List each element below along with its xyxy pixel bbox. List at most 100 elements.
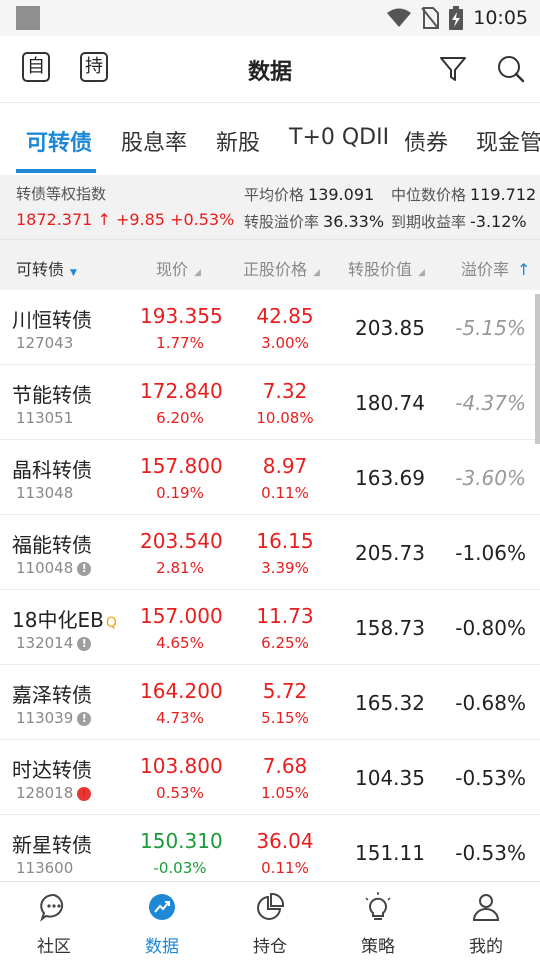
bond-price-change: 1.77%: [156, 334, 204, 352]
avg-price-stat: 平均价格 139.091: [244, 184, 374, 205]
nav-strategy[interactable]: 策略: [324, 882, 432, 960]
table-row[interactable]: 嘉泽转债 113039! 164.200 4.73% 5.72 5.15% 165.32 -0…: [0, 665, 540, 740]
nav-label: 持仓: [253, 937, 287, 957]
tab-t0-qdii[interactable]: T+0 QDII: [289, 125, 389, 150]
nav-holdings[interactable]: 持仓: [216, 882, 324, 960]
table-row[interactable]: 节能转债 113051 172.840 6.20% 7.32 10.08% 180.74 -4…: [0, 365, 540, 440]
column-header-name[interactable]: 可转债 ▼: [16, 256, 77, 280]
notification-app-icon: [16, 6, 40, 30]
index-summary[interactable]: 转债等权指数 1872.371 ↑ +9.85 +0.53% 平均价格 139.0…: [0, 175, 540, 239]
bond-name: 时达转债: [12, 758, 92, 782]
table-row[interactable]: 新星转债 113600 150.310 -0.03% 36.04 0.11% 151.11 -…: [0, 815, 540, 890]
index-value: 1872.371: [16, 210, 93, 229]
tab-cash-management[interactable]: 现金管: [476, 125, 540, 157]
conversion-value: 151.11: [355, 841, 425, 865]
index-change: +9.85: [115, 210, 165, 229]
median-price-stat: 中位数价格 119.712: [391, 184, 536, 205]
battery-charging-icon: [449, 6, 464, 30]
table-header: 可转债 ▼ 现价 ◢ 正股价格 ◢ 转股价值 ◢ 溢价率 ↑: [0, 239, 540, 290]
nav-data[interactable]: 数据: [108, 882, 216, 960]
bond-price: 164.200: [140, 679, 223, 703]
bond-price: 203.540: [140, 529, 223, 553]
premium-rate: -0.68%: [455, 691, 526, 715]
table-row[interactable]: 18中化EB Q 132014! 157.000 4.65% 11.73 6.25% 158.…: [0, 590, 540, 665]
bond-code: 127043: [16, 334, 74, 352]
tab-convertible-bond[interactable]: 可转债: [26, 125, 92, 157]
bond-price-change: 0.53%: [156, 784, 204, 802]
status-bar: 10:05: [0, 0, 540, 36]
ytm-label: 到期收益率: [391, 213, 467, 231]
bond-name: 节能转债: [12, 383, 92, 407]
status-time: 10:05: [473, 7, 528, 29]
conversion-value: 203.85: [355, 316, 425, 340]
bond-list: 川恒转债 127043 193.355 1.77% 42.85 3.00% 203.85 -5…: [0, 290, 540, 890]
stock-price: 16.15: [256, 529, 314, 553]
lightbulb-icon: [365, 892, 391, 920]
stock-price: 7.68: [262, 754, 308, 778]
stock-price: 42.85: [256, 304, 314, 328]
bond-price-change: 4.65%: [156, 634, 204, 652]
table-row[interactable]: 福能转债 110048! 203.540 2.81% 16.15 3.39% 205.73 -…: [0, 515, 540, 590]
index-name: 转债等权指数: [16, 185, 107, 203]
stock-price-change: 5.15%: [261, 709, 309, 727]
sort-ascending-icon: ↑: [517, 260, 531, 279]
warning-icon[interactable]: !: [77, 712, 92, 726]
sort-icon: ◢: [194, 268, 201, 278]
stock-price: 7.32: [262, 379, 308, 403]
column-header-premium[interactable]: 溢价率 ↑: [461, 256, 530, 280]
bond-price-change: 6.20%: [156, 409, 204, 427]
column-header-stock-price[interactable]: 正股价格 ◢: [243, 256, 320, 280]
search-icon[interactable]: [496, 54, 526, 84]
sort-icon: ◢: [313, 268, 320, 278]
warning-icon[interactable]: !: [77, 637, 92, 651]
conversion-premium-label: 转股溢价率: [244, 213, 320, 231]
bond-code: 128018!: [16, 784, 92, 802]
table-row[interactable]: 时达转债 128018! 103.800 0.53% 7.68 1.05% 104.35 -0…: [0, 740, 540, 815]
premium-rate: -4.37%: [455, 391, 526, 415]
ytm-value: -3.12%: [470, 212, 527, 231]
active-tab-indicator: [16, 169, 96, 173]
nav-profile[interactable]: 我的: [432, 882, 540, 960]
bond-code: 113048: [16, 484, 74, 502]
column-header-conversion-value[interactable]: 转股价值 ◢: [348, 256, 425, 280]
tab-dividend-yield[interactable]: 股息率: [121, 125, 187, 157]
scrollbar[interactable]: [535, 294, 540, 444]
bond-price: 193.355: [140, 304, 223, 328]
premium-rate: -0.80%: [455, 616, 526, 640]
dropdown-icon: ▼: [70, 268, 77, 278]
warning-icon[interactable]: !: [77, 562, 92, 576]
bond-name: 新星转债: [12, 833, 92, 857]
stock-price: 8.97: [262, 454, 308, 478]
table-row[interactable]: 川恒转债 127043 193.355 1.77% 42.85 3.00% 203.85 -5…: [0, 290, 540, 365]
sort-icon: ◢: [418, 268, 425, 278]
bond-code: 132014!: [16, 634, 92, 652]
pie-chart-icon: [257, 892, 285, 920]
premium-rate: -0.53%: [455, 841, 526, 865]
nav-label: 数据: [145, 937, 179, 957]
stock-price: 11.73: [256, 604, 314, 628]
stock-price-change: 3.00%: [261, 334, 309, 352]
bond-name: 18中化EB Q: [12, 608, 117, 632]
top-bar: 自 持 数据: [0, 36, 540, 102]
bond-price-change: 2.81%: [156, 559, 204, 577]
category-tabs: 可转债 股息率 新股 T+0 QDII 债券 现金管: [0, 102, 540, 175]
stock-price-change: 10.08%: [256, 409, 314, 427]
column-header-price[interactable]: 现价 ◢: [156, 256, 201, 280]
conversion-premium-value: 36.33%: [323, 212, 385, 231]
nav-label: 策略: [361, 937, 395, 957]
premium-rate: -5.15%: [455, 316, 526, 340]
tab-bonds[interactable]: 债券: [404, 125, 448, 157]
premium-rate: -3.60%: [455, 466, 526, 490]
median-price-value: 119.712: [470, 185, 537, 204]
filter-icon[interactable]: [438, 54, 468, 84]
bond-name: 嘉泽转债: [12, 683, 92, 707]
index-value-line: 1872.371 ↑ +9.85 +0.53%: [16, 210, 234, 229]
warning-icon[interactable]: !: [77, 787, 92, 801]
wifi-icon: [387, 8, 412, 27]
tab-new-stock[interactable]: 新股: [216, 125, 260, 157]
nav-community[interactable]: 社区: [0, 882, 108, 960]
bond-name: 川恒转债: [12, 308, 92, 332]
median-price-label: 中位数价格: [391, 186, 467, 204]
conversion-value: 158.73: [355, 616, 425, 640]
table-row[interactable]: 晶科转债 113048 157.800 0.19% 8.97 0.11% 163.69 -3.…: [0, 440, 540, 515]
